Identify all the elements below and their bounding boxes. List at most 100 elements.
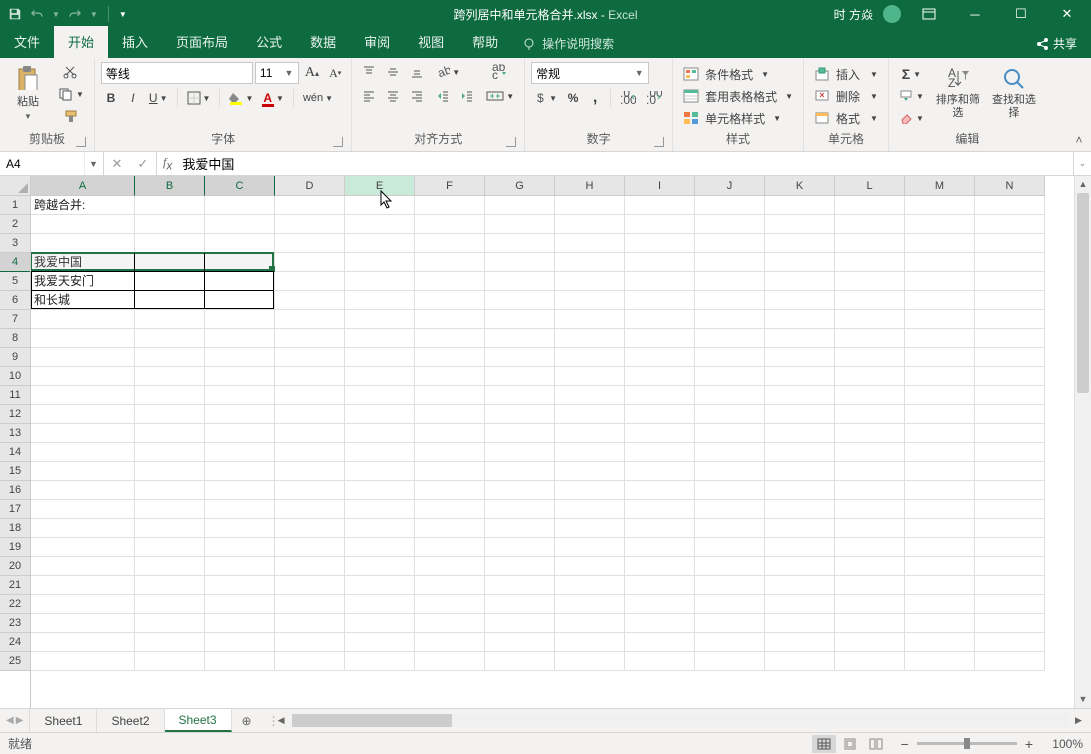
cell-A5[interactable]: 我爱天安门: [31, 272, 135, 291]
tab-文件[interactable]: 文件: [0, 26, 54, 58]
zoom-slider[interactable]: [917, 742, 1017, 745]
cell-M25[interactable]: [905, 652, 975, 671]
cell-D22[interactable]: [275, 595, 345, 614]
cell-D16[interactable]: [275, 481, 345, 500]
align-right-button[interactable]: [406, 86, 428, 106]
cell-E15[interactable]: [345, 462, 415, 481]
cell-L22[interactable]: [835, 595, 905, 614]
cell-G20[interactable]: [485, 557, 555, 576]
cell-M1[interactable]: [905, 196, 975, 215]
share-button[interactable]: 共享: [1021, 29, 1091, 58]
orientation-button[interactable]: ab▼: [432, 62, 464, 82]
cell-I12[interactable]: [625, 405, 695, 424]
cell-B11[interactable]: [135, 386, 205, 405]
cell-H5[interactable]: [555, 272, 625, 291]
cell-K18[interactable]: [765, 519, 835, 538]
row-header-9[interactable]: 9: [0, 348, 30, 367]
cell-A16[interactable]: [31, 481, 135, 500]
row-header-1[interactable]: 1: [0, 196, 30, 215]
cell-H10[interactable]: [555, 367, 625, 386]
cell-N16[interactable]: [975, 481, 1045, 500]
vertical-scrollbar[interactable]: ▲ ▼: [1074, 176, 1091, 708]
dialog-launcher-icon[interactable]: [654, 137, 664, 147]
tab-视图[interactable]: 视图: [404, 26, 458, 58]
cell-H4[interactable]: [555, 253, 625, 272]
cell-K16[interactable]: [765, 481, 835, 500]
cell-G22[interactable]: [485, 595, 555, 614]
cell-I17[interactable]: [625, 500, 695, 519]
align-middle-button[interactable]: [382, 62, 404, 82]
cell-I20[interactable]: [625, 557, 695, 576]
cell-B9[interactable]: [135, 348, 205, 367]
cell-I8[interactable]: [625, 329, 695, 348]
cell-J7[interactable]: [695, 310, 765, 329]
cell-H17[interactable]: [555, 500, 625, 519]
wrap-text-button[interactable]: abc: [482, 62, 518, 82]
row-header-25[interactable]: 25: [0, 652, 30, 671]
cell-I24[interactable]: [625, 633, 695, 652]
scroll-thumb[interactable]: [1077, 193, 1089, 393]
undo-icon[interactable]: [30, 7, 44, 21]
cell-B8[interactable]: [135, 329, 205, 348]
comma-button[interactable]: ,: [585, 88, 605, 108]
cell-M12[interactable]: [905, 405, 975, 424]
cell-N13[interactable]: [975, 424, 1045, 443]
cell-F23[interactable]: [415, 614, 485, 633]
cell-H2[interactable]: [555, 215, 625, 234]
cell-H15[interactable]: [555, 462, 625, 481]
cell-K14[interactable]: [765, 443, 835, 462]
cell-A18[interactable]: [31, 519, 135, 538]
cell-C7[interactable]: [205, 310, 275, 329]
cell-A11[interactable]: [31, 386, 135, 405]
cell-M8[interactable]: [905, 329, 975, 348]
cell-M16[interactable]: [905, 481, 975, 500]
cell-M19[interactable]: [905, 538, 975, 557]
align-center-button[interactable]: [382, 86, 404, 106]
cell-E4[interactable]: [345, 253, 415, 272]
row-header-5[interactable]: 5: [0, 272, 30, 291]
cell-F14[interactable]: [415, 443, 485, 462]
cell-N17[interactable]: [975, 500, 1045, 519]
cell-E8[interactable]: [345, 329, 415, 348]
zoom-out-button[interactable]: −: [897, 736, 913, 752]
cell-J21[interactable]: [695, 576, 765, 595]
autosum-button[interactable]: Σ▼: [895, 64, 928, 84]
maximize-button[interactable]: ☐: [1003, 0, 1039, 28]
cell-I23[interactable]: [625, 614, 695, 633]
cell-D21[interactable]: [275, 576, 345, 595]
cell-M7[interactable]: [905, 310, 975, 329]
cell-A4[interactable]: 我爱中国: [31, 253, 135, 272]
cell-E18[interactable]: [345, 519, 415, 538]
sheet-nav[interactable]: ◀▶: [0, 709, 30, 732]
normal-view-button[interactable]: [812, 735, 836, 753]
fill-color-button[interactable]: ▼: [225, 88, 257, 108]
cell-N24[interactable]: [975, 633, 1045, 652]
cell-H19[interactable]: [555, 538, 625, 557]
row-header-17[interactable]: 17: [0, 500, 30, 519]
cell-J8[interactable]: [695, 329, 765, 348]
cell-B13[interactable]: [135, 424, 205, 443]
col-header-A[interactable]: A: [31, 176, 135, 196]
name-box-input[interactable]: [0, 157, 84, 171]
cell-M21[interactable]: [905, 576, 975, 595]
cell-J25[interactable]: [695, 652, 765, 671]
cell-L23[interactable]: [835, 614, 905, 633]
cell-C2[interactable]: [205, 215, 275, 234]
cell-C22[interactable]: [205, 595, 275, 614]
cell-A7[interactable]: [31, 310, 135, 329]
redo-dropdown-icon[interactable]: ▼: [90, 10, 98, 19]
row-header-3[interactable]: 3: [0, 234, 30, 253]
cell-N5[interactable]: [975, 272, 1045, 291]
cell-N18[interactable]: [975, 519, 1045, 538]
cell-I4[interactable]: [625, 253, 695, 272]
cell-K3[interactable]: [765, 234, 835, 253]
cell-I2[interactable]: [625, 215, 695, 234]
cell-L25[interactable]: [835, 652, 905, 671]
cell-N25[interactable]: [975, 652, 1045, 671]
cell-J13[interactable]: [695, 424, 765, 443]
underline-button[interactable]: U▼: [145, 88, 172, 108]
cell-M24[interactable]: [905, 633, 975, 652]
cell-C20[interactable]: [205, 557, 275, 576]
user-avatar[interactable]: [883, 5, 901, 23]
expand-formula-bar-icon[interactable]: ⌄: [1073, 152, 1091, 175]
